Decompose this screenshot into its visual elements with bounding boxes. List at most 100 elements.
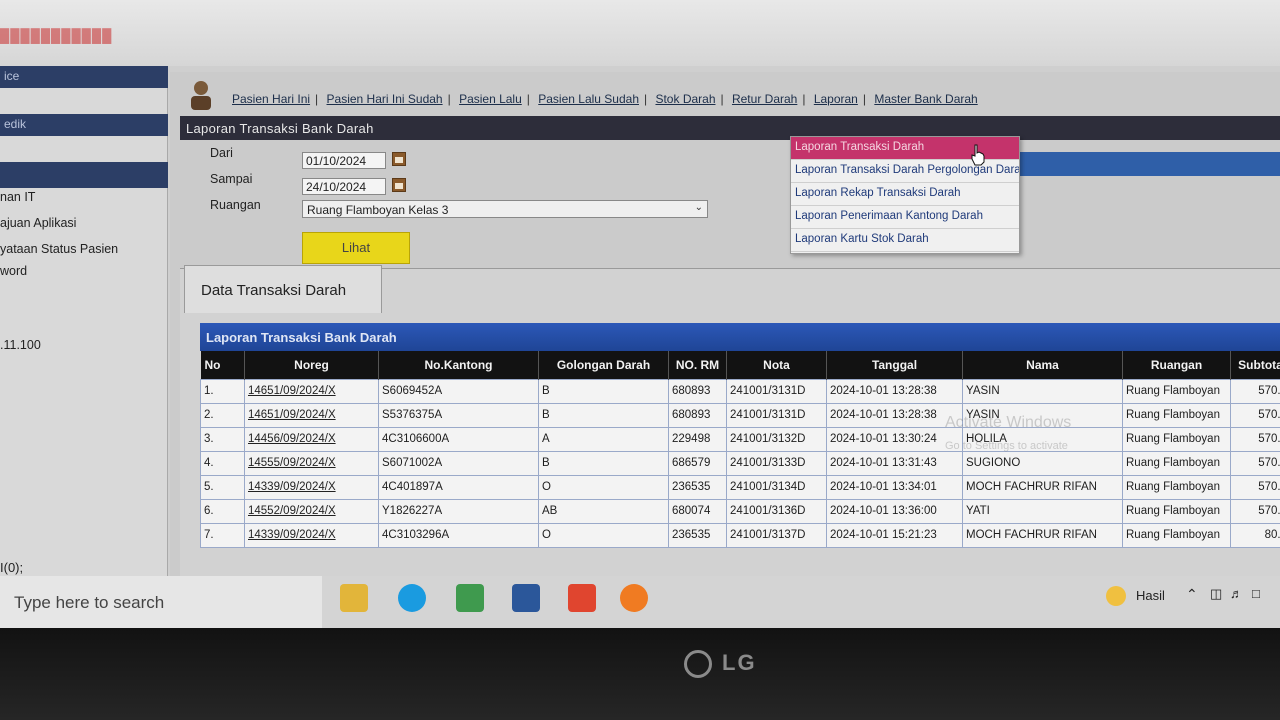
monitor-screen: ███████████ ice edik nan IT ajuan Aplika… [0,0,1280,628]
cell-subtotal: 570.0 [1230,402,1280,428]
col-nota: Nota [726,351,827,379]
nav-pasien-lalu[interactable]: Pasien Lalu [459,92,522,106]
main-content: Pasien Hari Ini | Pasien Hari Ini Sudah | … [170,72,1280,576]
cell-no-rm: 680893 [668,378,727,404]
cell-no-kantong: 4C401897A [378,474,539,500]
weather-icon [1106,586,1126,606]
col-nama: Nama [962,351,1123,379]
sidebar-item-pengajuan[interactable]: ajuan Aplikasi [0,216,76,230]
report-table: No Noreg No.Kantong Golongan Darah NO. R… [200,351,1280,548]
page-title: Laporan Transaksi Bank Darah [180,116,1280,140]
cell-golongan: O [538,522,669,548]
calendar-icon[interactable] [392,178,406,192]
nav-pasien-hari-ini[interactable]: Pasien Hari Ini [232,92,310,106]
edge-browser-icon[interactable] [398,584,426,612]
chevron-down-icon: ⌄ [694,202,703,213]
windows-taskbar: Type here to search Hasil ⌃ ◫ ♬ □ [0,576,1280,628]
spreadsheet-app-icon[interactable] [456,584,484,612]
nav-separator: | [644,92,648,106]
cell-ruangan: Ruang Flamboyan [1122,498,1231,524]
col-no-rm: NO. RM [668,351,727,379]
cell-nota: 241001/3136D [726,498,827,524]
cell-no: 3. [200,426,245,452]
tray-chevron-up-icon[interactable]: ⌃ [1186,586,1198,603]
table-row: 1. 14651/09/2024/X S6069452A B 680893 241001/… [200,378,1280,404]
file-explorer-icon[interactable] [340,584,368,612]
dari-date-input[interactable] [302,152,386,169]
ruangan-select[interactable]: Ruang Flamboyan Kelas 3 ⌄ [302,200,708,218]
cell-nota: 241001/3133D [726,450,827,476]
label-sampai: Sampai [210,172,253,186]
activate-windows-watermark: Activate Windows [945,414,1072,431]
sidebar-item-status-pasien[interactable]: yataan Status Pasien [0,242,118,256]
sampai-date-input[interactable] [302,178,386,195]
col-noreg: Noreg [244,351,379,379]
word-app-icon[interactable] [512,584,540,612]
col-tanggal: Tanggal [826,351,963,379]
cell-subtotal: 570.0 [1230,426,1280,452]
cell-no-kantong: S6071002A [378,450,539,476]
cell-noreg[interactable]: 14339/09/2024/X [244,474,379,500]
cell-no-rm: 229498 [668,426,727,452]
cell-noreg[interactable]: 14555/09/2024/X [244,450,379,476]
calendar-icon[interactable] [392,152,406,166]
nav-laporan[interactable]: Laporan [814,92,858,106]
cell-ruangan: Ruang Flamboyan [1122,378,1231,404]
cell-no-rm: 680893 [668,402,727,428]
sidebar-item-it[interactable]: nan IT [0,190,35,204]
notification-icon[interactable]: □ [1252,586,1260,601]
monitor-bezel [0,628,1280,720]
nav-separator: | [447,92,451,106]
table-row: 3. 14456/09/2024/X 4C3106600A A 229498 241001… [200,426,1280,452]
nav-separator: | [526,92,530,106]
lg-logo-circle-icon [684,650,712,678]
network-icon[interactable]: ◫ [1210,586,1222,602]
sidebar-bar-blank [0,162,168,188]
sidebar-bar-top: ice [0,66,168,88]
nav-pasien-hari-ini-sudah[interactable]: Pasien Hari Ini Sudah [327,92,443,106]
firefox-icon[interactable] [620,584,648,612]
col-no: No [200,351,245,379]
volume-icon[interactable]: ♬ [1230,586,1243,601]
cell-nama: YASIN [962,378,1123,404]
sidebar-item-password[interactable]: word [0,264,27,278]
menu-item-penerimaan-kantong[interactable]: Laporan Penerimaan Kantong Darah [791,206,1019,229]
weather-text[interactable]: Hasil [1136,588,1165,603]
cell-nama: SUGIONO [962,450,1123,476]
taskbar-search-box[interactable]: Type here to search [0,576,322,628]
table-header-row: No Noreg No.Kantong Golongan Darah NO. R… [200,351,1280,379]
cell-no-kantong: Y1826227A [378,498,539,524]
cell-nama: MOCH FACHRUR RIFAN [962,474,1123,500]
col-ruangan: Ruangan [1122,351,1231,379]
cell-tanggal: 2024-10-01 15:21:23 [826,522,963,548]
nav-pasien-lalu-sudah[interactable]: Pasien Lalu Sudah [538,92,639,106]
cell-tanggal: 2024-10-01 13:31:43 [826,450,963,476]
nav-links: Pasien Hari Ini | Pasien Hari Ini Sudah | … [232,92,978,106]
cell-noreg[interactable]: 14456/09/2024/X [244,426,379,452]
nav-stok-darah[interactable]: Stok Darah [655,92,715,106]
cell-nama: YATI [962,498,1123,524]
cell-nota: 241001/3131D [726,378,827,404]
nav-retur-darah[interactable]: Retur Darah [732,92,797,106]
cell-tanggal: 2024-10-01 13:28:38 [826,378,963,404]
cell-noreg[interactable]: 14552/09/2024/X [244,498,379,524]
table-row: 7. 14339/09/2024/X 4C3103296A O 236535 241001… [200,522,1280,548]
menu-item-rekap-transaksi[interactable]: Laporan Rekap Transaksi Darah [791,183,1019,206]
nav-separator: | [862,92,866,106]
tab-data-transaksi-darah[interactable]: Data Transaksi Darah [184,265,382,313]
menu-item-kartu-stok[interactable]: Laporan Kartu Stok Darah [791,229,1019,252]
nav-master-bank-darah[interactable]: Master Bank Darah [874,92,977,106]
cell-no: 1. [200,378,245,404]
table-row: 2. 14651/09/2024/X S5376375A B 680893 241001/… [200,402,1280,428]
cell-golongan: O [538,474,669,500]
cell-no: 7. [200,522,245,548]
table-body: 1. 14651/09/2024/X S6069452A B 680893 241001/… [200,378,1280,548]
cell-nama: MOCH FACHRUR RIFAN [962,522,1123,548]
cell-noreg[interactable]: 14339/09/2024/X [244,522,379,548]
cell-noreg[interactable]: 14651/09/2024/X [244,378,379,404]
cell-no: 5. [200,474,245,500]
lihat-button[interactable]: Lihat [302,232,410,264]
cell-noreg[interactable]: 14651/09/2024/X [244,402,379,428]
office-app-icon[interactable] [568,584,596,612]
cell-nota: 241001/3132D [726,426,827,452]
